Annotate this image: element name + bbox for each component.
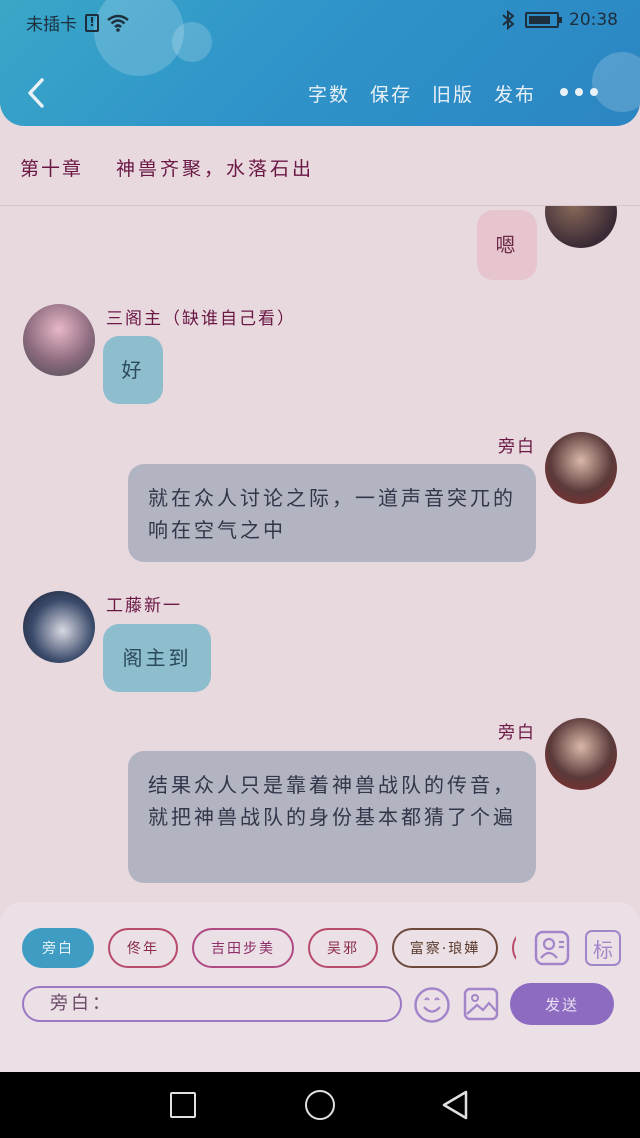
image-icon[interactable] <box>463 986 499 1022</box>
message-bubble[interactable]: 嗯 <box>477 210 537 280</box>
chat-area[interactable]: 嗯 三阁主（缺谁自己看） 好 旁白 就在众人讨论之际，一道声音突兀的响在空气之中… <box>0 206 640 902</box>
role-tag[interactable] <box>512 928 516 968</box>
toolbar: 字数 保存 旧版 发布 <box>0 72 640 116</box>
save-button[interactable]: 保存 <box>370 80 412 107</box>
clock-text: 20:38 <box>569 10 618 30</box>
message-bubble[interactable]: 阁主到 <box>103 624 211 692</box>
back-nav-icon[interactable] <box>440 1089 470 1121</box>
message-bubble[interactable]: 结果众人只是靠着神兽战队的传音，就把神兽战队的身份基本都猜了个遍 <box>128 751 536 883</box>
header-bar: 未插卡 ! 20:38 字数 保存 旧版 发布 <box>0 0 640 126</box>
message-bubble[interactable]: 好 <box>103 336 163 404</box>
status-bar: 未插卡 ! 20:38 <box>0 8 640 36</box>
recent-apps-icon[interactable] <box>170 1092 196 1118</box>
emoji-icon[interactable] <box>413 986 451 1024</box>
chapter-header[interactable]: 第十章 神兽齐聚，水落石出 <box>0 126 640 206</box>
speaker-name: 旁白 <box>498 723 536 743</box>
publish-button[interactable]: 发布 <box>494 80 536 107</box>
word-count-button[interactable]: 字数 <box>308 80 350 107</box>
speaker-name: 三阁主（缺谁自己看） <box>106 309 296 329</box>
speaker-name: 旁白 <box>498 437 536 457</box>
role-tag[interactable]: 吉田步美 <box>192 928 294 968</box>
contacts-icon[interactable] <box>534 930 570 966</box>
system-nav-bar <box>0 1072 640 1138</box>
toolbar-actions: 字数 保存 旧版 发布 <box>308 80 536 107</box>
more-options-icon[interactable] <box>560 88 598 96</box>
role-tag-list[interactable]: 旁白 佟年 吉田步美 吴邪 富察·琅嬅 <box>22 928 516 970</box>
battery-icon <box>525 12 562 28</box>
sim-alert-icon: ! <box>85 13 99 32</box>
avatar[interactable] <box>23 304 95 376</box>
chapter-title: 神兽齐聚，水落石出 <box>116 158 315 180</box>
mark-icon[interactable]: 标 <box>585 930 621 966</box>
bluetooth-icon <box>502 10 515 30</box>
role-tag[interactable]: 吴邪 <box>308 928 378 968</box>
role-tag-narrator[interactable]: 旁白 <box>22 928 94 968</box>
chapter-number: 第十章 <box>20 158 84 180</box>
wifi-icon <box>107 14 129 32</box>
role-tag[interactable]: 富察·琅嬅 <box>392 928 498 968</box>
speaker-name: 工藤新一 <box>106 596 182 616</box>
message-input[interactable]: 旁白： <box>22 986 402 1022</box>
avatar[interactable] <box>545 206 617 248</box>
avatar[interactable] <box>545 432 617 504</box>
home-icon[interactable] <box>305 1090 335 1120</box>
role-tag[interactable]: 佟年 <box>108 928 178 968</box>
avatar[interactable] <box>23 591 95 663</box>
message-bubble[interactable]: 就在众人讨论之际，一道声音突兀的响在空气之中 <box>128 464 536 562</box>
back-arrow-icon[interactable] <box>22 76 50 110</box>
avatar[interactable] <box>545 718 617 790</box>
send-button[interactable]: 发送 <box>510 983 614 1025</box>
carrier-text: 未插卡 <box>26 15 77 35</box>
battery-fill <box>529 16 550 24</box>
old-version-button[interactable]: 旧版 <box>432 80 474 107</box>
